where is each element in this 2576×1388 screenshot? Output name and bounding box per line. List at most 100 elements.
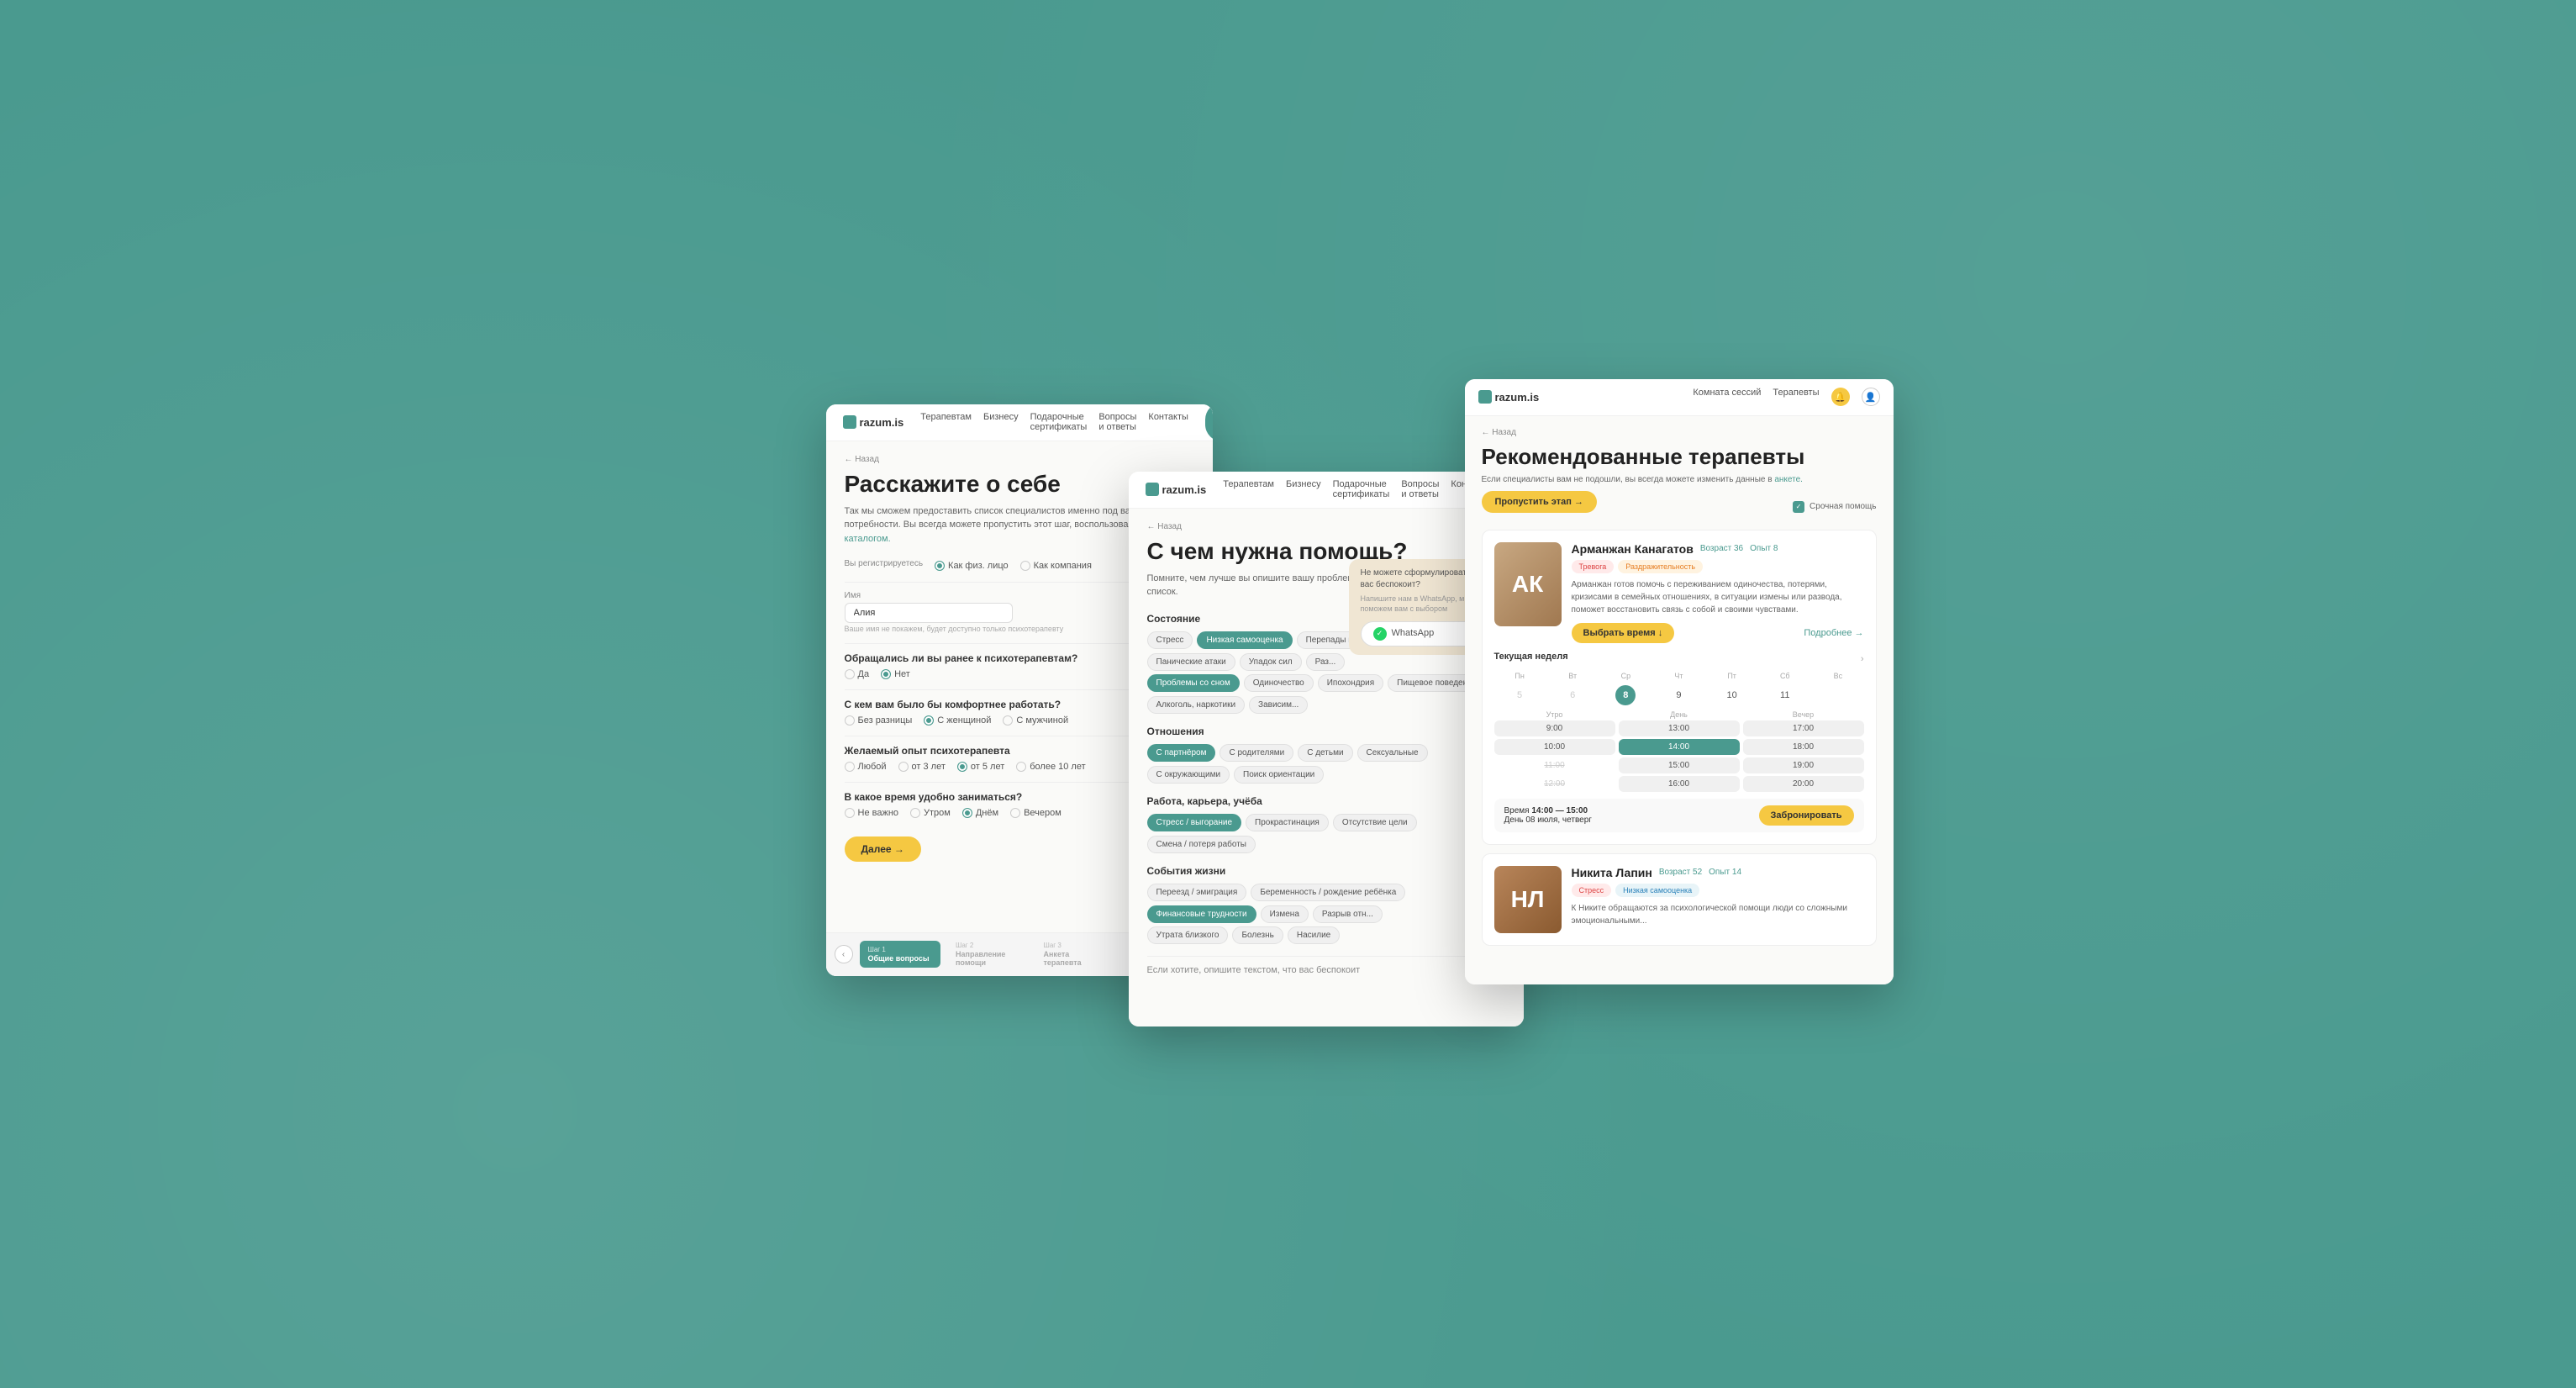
slot-1400[interactable]: 14:00 [1619, 739, 1740, 755]
calendar-next[interactable]: › [1861, 654, 1864, 664]
back-link-1[interactable]: ← Назад [845, 455, 1194, 464]
tag-t2-stress[interactable]: Стресс [1572, 884, 1612, 897]
tag-breakup[interactable]: Разрыв отн... [1313, 905, 1383, 923]
date-11[interactable]: 11 [1775, 685, 1795, 705]
tag-hypo[interactable]: Ипохондрия [1318, 674, 1383, 692]
step-1-active[interactable]: Шаг 1 Общие вопросы [860, 941, 941, 968]
step-3[interactable]: Шаг 3 Анкета терапевта [1035, 937, 1117, 972]
slot-1700[interactable]: 17:00 [1743, 720, 1864, 736]
tag-sexual[interactable]: Сексуальные [1357, 744, 1428, 762]
slot-1000[interactable]: 10:00 [1494, 739, 1615, 755]
tag-partner[interactable]: С партнёром [1147, 744, 1216, 762]
tag-social[interactable]: С окружающими [1147, 766, 1230, 784]
tag-procras[interactable]: Прокрастинация [1246, 814, 1329, 831]
time-labels-row: Утро День Вечер [1494, 710, 1864, 720]
tag-depend[interactable]: Зависим... [1249, 696, 1308, 714]
tag-t1-irritability[interactable]: Раздражительность [1618, 560, 1703, 573]
tag-t2-self-esteem[interactable]: Низкая самооценка [1615, 884, 1699, 897]
calendar-section: Текущая неделя › Пн Вт Ср Чт Пт Сб Вс 5 [1494, 652, 1864, 792]
tag-lonely[interactable]: Одиночество [1244, 674, 1314, 692]
name-input[interactable] [845, 603, 1013, 623]
tag-finance[interactable]: Финансовые трудности [1147, 905, 1256, 923]
tag-job-change[interactable]: Смена / потеря работы [1147, 836, 1256, 853]
tag-illness[interactable]: Болезнь [1232, 926, 1283, 944]
slot-900[interactable]: 9:00 [1494, 720, 1615, 736]
date-9[interactable]: 9 [1668, 685, 1688, 705]
nav-b-2[interactable]: Бизнесу [1286, 479, 1321, 499]
details-btn-1[interactable]: Подробнее → [1804, 628, 1863, 638]
q1-yes[interactable]: Да [845, 669, 870, 679]
q3-any[interactable]: Любой [845, 762, 887, 772]
slot-1600[interactable]: 16:00 [1619, 776, 1740, 792]
user-icon[interactable]: 👤 [1862, 388, 1880, 406]
tag-panic[interactable]: Панические атаки [1147, 653, 1235, 671]
date-10[interactable]: 10 [1722, 685, 1742, 705]
tag-stress[interactable]: Стресс [1147, 631, 1193, 649]
q2-male[interactable]: С мужчиной [1003, 715, 1068, 726]
tag-t1-anxiety[interactable]: Тревога [1572, 560, 1615, 573]
progress-prev[interactable]: ‹ [835, 945, 853, 963]
q2-any[interactable]: Без разницы [845, 715, 913, 726]
nav-cta-1[interactable]: Начать терапию → [1205, 404, 1213, 442]
tag-burnout[interactable]: Стресс / выгорание [1147, 814, 1242, 831]
nav-faq-1[interactable]: Вопросы и ответы [1098, 412, 1136, 432]
skip-button[interactable]: Пропустить этап → [1482, 491, 1597, 513]
tag-sleep[interactable]: Проблемы со сном [1147, 674, 1240, 692]
tag-pregnancy[interactable]: Беременность / рождение ребёнка [1251, 884, 1405, 901]
tag-alcohol[interactable]: Алкоголь, наркотики [1147, 696, 1246, 714]
q1-no[interactable]: Нет [881, 669, 910, 679]
q2-female[interactable]: С женщиной [924, 715, 991, 726]
nav-business-1[interactable]: Бизнесу [983, 412, 1019, 432]
q4-evening[interactable]: Вечером [1010, 808, 1061, 818]
choose-time-btn[interactable]: Выбрать время ↓ [1572, 623, 1675, 643]
slot-1800[interactable]: 18:00 [1743, 739, 1864, 755]
therapist-header-2: НЛ Никита Лапин Возраст 52 Опыт 14 Стрес… [1494, 866, 1864, 933]
tag-parents[interactable]: С родителями [1220, 744, 1293, 762]
tag-bereavement[interactable]: Утрата близкого [1147, 926, 1229, 944]
sessions-link[interactable]: Комната сессий [1693, 388, 1761, 406]
date-8[interactable]: 8 [1615, 685, 1636, 705]
therapist-photo-2: НЛ [1494, 866, 1562, 933]
q3-3y[interactable]: от 3 лет [898, 762, 946, 772]
tag-no-goal[interactable]: Отсутствие цели [1333, 814, 1417, 831]
nav-certificates-1[interactable]: Подарочные сертификаты [1030, 412, 1088, 432]
back-link-3[interactable]: ← Назад [1482, 428, 1877, 437]
nav-contacts-1[interactable]: Контакты [1148, 412, 1188, 432]
tag-fatigue[interactable]: Упадок сил [1240, 653, 1302, 671]
slot-1500[interactable]: 15:00 [1619, 757, 1740, 773]
slot-1300[interactable]: 13:00 [1619, 720, 1740, 736]
nav-therapists-1[interactable]: Терапевтам [920, 412, 972, 432]
tag-low-esteem[interactable]: Низкая самооценка [1197, 631, 1292, 649]
bell-icon[interactable]: 🔔 [1831, 388, 1850, 406]
nav-bar-1: razum.is Терапевтам Бизнесу Подарочные с… [826, 404, 1213, 441]
tag-violence[interactable]: Насилие [1288, 926, 1340, 944]
booking-time-label: Время 14:00 — 15:00 [1504, 806, 1592, 815]
q4-day[interactable]: Днём [962, 808, 998, 818]
next-button-1[interactable]: Далее → [845, 836, 921, 862]
tag-emigration[interactable]: Переезд / эмиграция [1147, 884, 1247, 901]
book-button[interactable]: Забронировать [1759, 805, 1854, 826]
register-option-person[interactable]: Как физ. лицо [935, 561, 1009, 571]
nav-c-2[interactable]: Подарочные сертификаты [1333, 479, 1390, 499]
tag-cheating[interactable]: Измена [1261, 905, 1309, 923]
tag-orientation[interactable]: Поиск ориентации [1234, 766, 1324, 784]
q4-any[interactable]: Не важно [845, 808, 899, 818]
nav-f-2[interactable]: Вопросы и ответы [1401, 479, 1439, 499]
q3-5y[interactable]: от 5 лет [957, 762, 1004, 772]
slot-2000[interactable]: 20:00 [1743, 776, 1864, 792]
tag-raz[interactable]: Раз... [1306, 653, 1346, 671]
tag-children[interactable]: С детьми [1298, 744, 1352, 762]
slot-1900[interactable]: 19:00 [1743, 757, 1864, 773]
therapist-desc-1: Арманжан готов помочь с переживанием оди… [1572, 578, 1864, 616]
back-link-2[interactable]: ← Назад [1147, 522, 1505, 531]
therapists-link[interactable]: Терапевты [1773, 388, 1819, 406]
register-option-company[interactable]: Как компания [1020, 561, 1092, 571]
action-btns-1: Выбрать время ↓ Подробнее → [1572, 623, 1864, 643]
w3-title: Рекомендованные терапевты [1482, 444, 1877, 470]
step-2[interactable]: Шаг 2 Направление помощи [947, 937, 1029, 972]
q3-10y[interactable]: более 10 лет [1016, 762, 1085, 772]
q4-morning[interactable]: Утром [910, 808, 951, 818]
anketa-link[interactable]: анкете. [1774, 475, 1803, 484]
nav-t-2[interactable]: Терапевтам [1223, 479, 1274, 499]
booking-row: Время 14:00 — 15:00 День 08 июля, четвер… [1494, 799, 1864, 832]
